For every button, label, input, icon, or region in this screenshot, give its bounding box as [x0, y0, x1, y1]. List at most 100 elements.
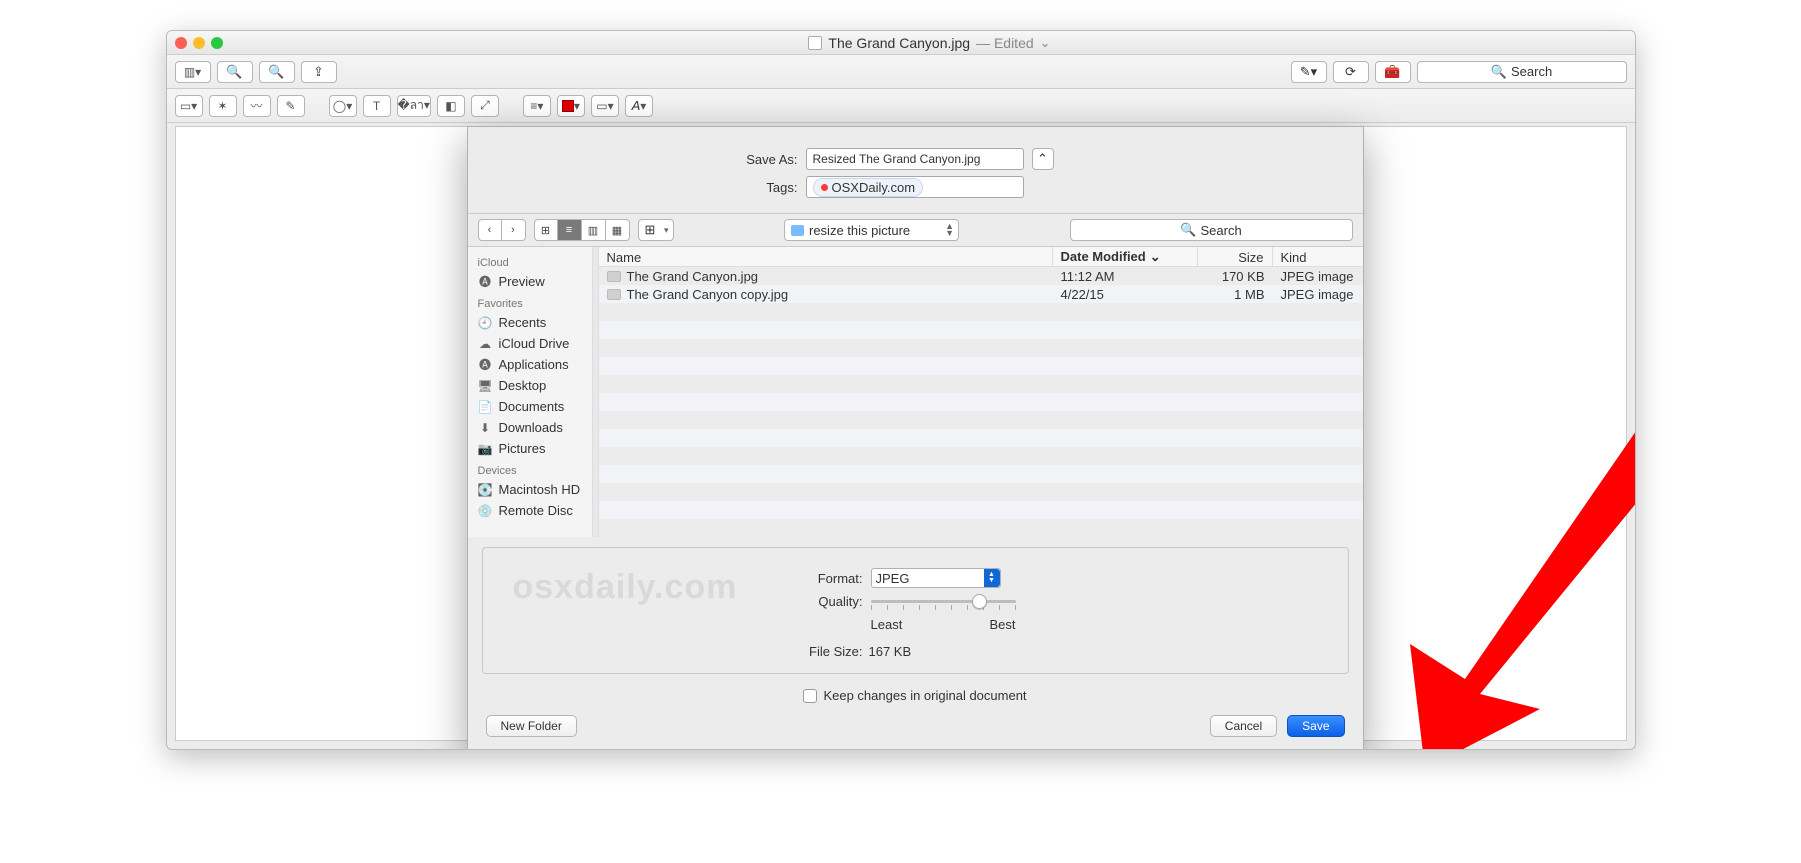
- column-date-modified[interactable]: Date Modified⌄: [1053, 247, 1198, 266]
- sidebar-item-macintosh-hd[interactable]: 💽Macintosh HD: [468, 479, 592, 500]
- share-button[interactable]: ⇪: [301, 61, 337, 83]
- sidebar-section-icloud: iCloud: [468, 251, 592, 271]
- table-row: [599, 519, 1363, 537]
- table-row[interactable]: The Grand Canyon copy.jpg4/22/151 MBJPEG…: [599, 285, 1363, 303]
- keep-changes-checkbox[interactable]: [803, 689, 817, 703]
- sort-indicator-icon: ⌄: [1150, 249, 1161, 265]
- expand-collapse-button[interactable]: ⌃: [1032, 148, 1054, 170]
- folder-popup[interactable]: resize this picture ▲▼: [784, 219, 959, 241]
- table-row: [599, 375, 1363, 393]
- instant-alpha-button[interactable]: ✶: [209, 95, 237, 117]
- preview-app-window: The Grand Canyon.jpg — Edited ⌄ ▥▾ 🔍 🔍 ⇪…: [166, 30, 1636, 750]
- sidebar-view-button[interactable]: ▥▾: [175, 61, 211, 83]
- forward-button[interactable]: ›: [502, 219, 526, 241]
- group-by-button[interactable]: ⊞▾: [638, 219, 674, 241]
- tags-field[interactable]: OSXDaily.com: [806, 176, 1024, 198]
- sidebar-item-recents[interactable]: 🕘Recents: [468, 312, 592, 333]
- selection-tool-button[interactable]: ▭▾: [175, 95, 203, 117]
- back-button[interactable]: ‹: [478, 219, 502, 241]
- column-name[interactable]: Name: [599, 247, 1053, 266]
- column-view-button[interactable]: ▥: [582, 219, 606, 241]
- sign-button[interactable]: �ลา▾: [397, 95, 431, 117]
- folder-icon: [791, 225, 804, 236]
- documents-icon: 📄: [478, 400, 493, 413]
- border-color-button[interactable]: ▾: [557, 95, 585, 117]
- toolbar-search-field[interactable]: 🔍Search: [1417, 61, 1627, 83]
- keep-changes-row: Keep changes in original document: [468, 688, 1363, 703]
- edited-label: — Edited: [976, 35, 1034, 51]
- title-dropdown-chevron-icon[interactable]: ⌄: [1040, 35, 1051, 51]
- traffic-lights: [175, 37, 223, 49]
- zoom-out-button[interactable]: 🔍: [217, 61, 253, 83]
- sidebar-item-documents[interactable]: 📄Documents: [468, 396, 592, 417]
- sidebar-item-pictures[interactable]: 📷Pictures: [468, 438, 592, 459]
- share-icon: ⇪: [313, 64, 324, 80]
- quality-slider[interactable]: [871, 595, 1016, 609]
- list-view-button[interactable]: ≡: [558, 219, 582, 241]
- save-as-field[interactable]: [806, 148, 1024, 170]
- markup-button[interactable]: ✎▾: [1291, 61, 1327, 83]
- zoom-window-button[interactable]: [211, 37, 223, 49]
- markup-icon: ✎▾: [1300, 64, 1317, 80]
- apps-icon: 🅐: [478, 358, 493, 371]
- document-proxy-icon[interactable]: [808, 36, 822, 50]
- cancel-button[interactable]: Cancel: [1210, 715, 1277, 737]
- sidebar-item-applications[interactable]: 🅐Applications: [468, 354, 592, 375]
- tag-chip[interactable]: OSXDaily.com: [813, 178, 924, 197]
- quality-label: Quality:: [803, 594, 863, 609]
- gallery-view-button[interactable]: ▦: [606, 219, 630, 241]
- table-row[interactable]: The Grand Canyon.jpg11:12 AM170 KBJPEG i…: [599, 267, 1363, 285]
- adjust-size-button[interactable]: ⤢: [471, 95, 499, 117]
- quality-least-label: Least: [871, 617, 903, 632]
- edit-button[interactable]: 🧰: [1375, 61, 1411, 83]
- browser-search-field[interactable]: 🔍Search: [1070, 219, 1353, 241]
- table-row: [599, 465, 1363, 483]
- magnifier-plus-icon: 🔍: [268, 64, 284, 80]
- column-kind[interactable]: Kind: [1273, 247, 1363, 266]
- format-label: Format:: [803, 571, 863, 586]
- new-folder-button[interactable]: New Folder: [486, 715, 577, 737]
- app-icon: 🅐: [478, 275, 493, 288]
- search-icon: 🔍: [1180, 222, 1196, 238]
- table-row: [599, 501, 1363, 519]
- table-row: [599, 429, 1363, 447]
- zoom-in-button[interactable]: 🔍: [259, 61, 295, 83]
- dialog-footer: New Folder Cancel Save: [468, 703, 1363, 750]
- disk-icon: 💽: [478, 483, 493, 496]
- adjust-color-button[interactable]: ◧: [437, 95, 465, 117]
- table-row: [599, 393, 1363, 411]
- format-options-box: osxdaily.com Format: JPEG ▲▼ Quality:: [482, 547, 1349, 674]
- save-button[interactable]: Save: [1287, 715, 1344, 737]
- sidebar-item-desktop[interactable]: 🖥Desktop: [468, 375, 592, 396]
- shapes-button[interactable]: ◯▾: [329, 95, 357, 117]
- sidebar-section-devices: Devices: [468, 459, 592, 479]
- clock-icon: 🕘: [478, 316, 493, 329]
- markup-toolbar: ▭▾ ✶ 〰 ✎ ◯▾ T �ลา▾ ◧ ⤢ ≡▾ ▾ ▭▾ A▾: [167, 89, 1635, 123]
- quality-best-label: Best: [989, 617, 1015, 632]
- file-thumb-icon: [607, 271, 621, 282]
- fill-color-button[interactable]: ▭▾: [591, 95, 619, 117]
- icon-view-button[interactable]: ⊞: [534, 219, 558, 241]
- format-popup[interactable]: JPEG ▲▼: [871, 568, 1001, 588]
- font-style-button[interactable]: A▾: [625, 95, 653, 117]
- minimize-window-button[interactable]: [193, 37, 205, 49]
- column-size[interactable]: Size: [1198, 247, 1273, 266]
- search-icon: 🔍: [1491, 64, 1507, 80]
- draw-button[interactable]: ✎: [277, 95, 305, 117]
- file-browser-toolbar: ‹ › ⊞ ≡ ▥ ▦ ⊞▾ resize this picture ▲▼ 🔍S…: [468, 213, 1363, 247]
- cloud-icon: ☁: [478, 337, 493, 350]
- filesize-label: File Size:: [803, 644, 863, 659]
- table-row: [599, 483, 1363, 501]
- sidebar-item-remote-disc[interactable]: 💿Remote Disc: [468, 500, 592, 521]
- save-as-label: Save As:: [468, 152, 798, 167]
- sidebar-item-downloads[interactable]: ⬇Downloads: [468, 417, 592, 438]
- slider-thumb[interactable]: [972, 594, 987, 609]
- close-window-button[interactable]: [175, 37, 187, 49]
- sidebar-item-icloud-drive[interactable]: ☁iCloud Drive: [468, 333, 592, 354]
- sidebar-item-preview[interactable]: 🅐Preview: [468, 271, 592, 292]
- rotate-button[interactable]: ⟳: [1333, 61, 1369, 83]
- line-style-button[interactable]: ≡▾: [523, 95, 551, 117]
- text-button[interactable]: T: [363, 95, 391, 117]
- sketch-button[interactable]: 〰: [243, 95, 271, 117]
- rotate-icon: ⟳: [1345, 64, 1356, 80]
